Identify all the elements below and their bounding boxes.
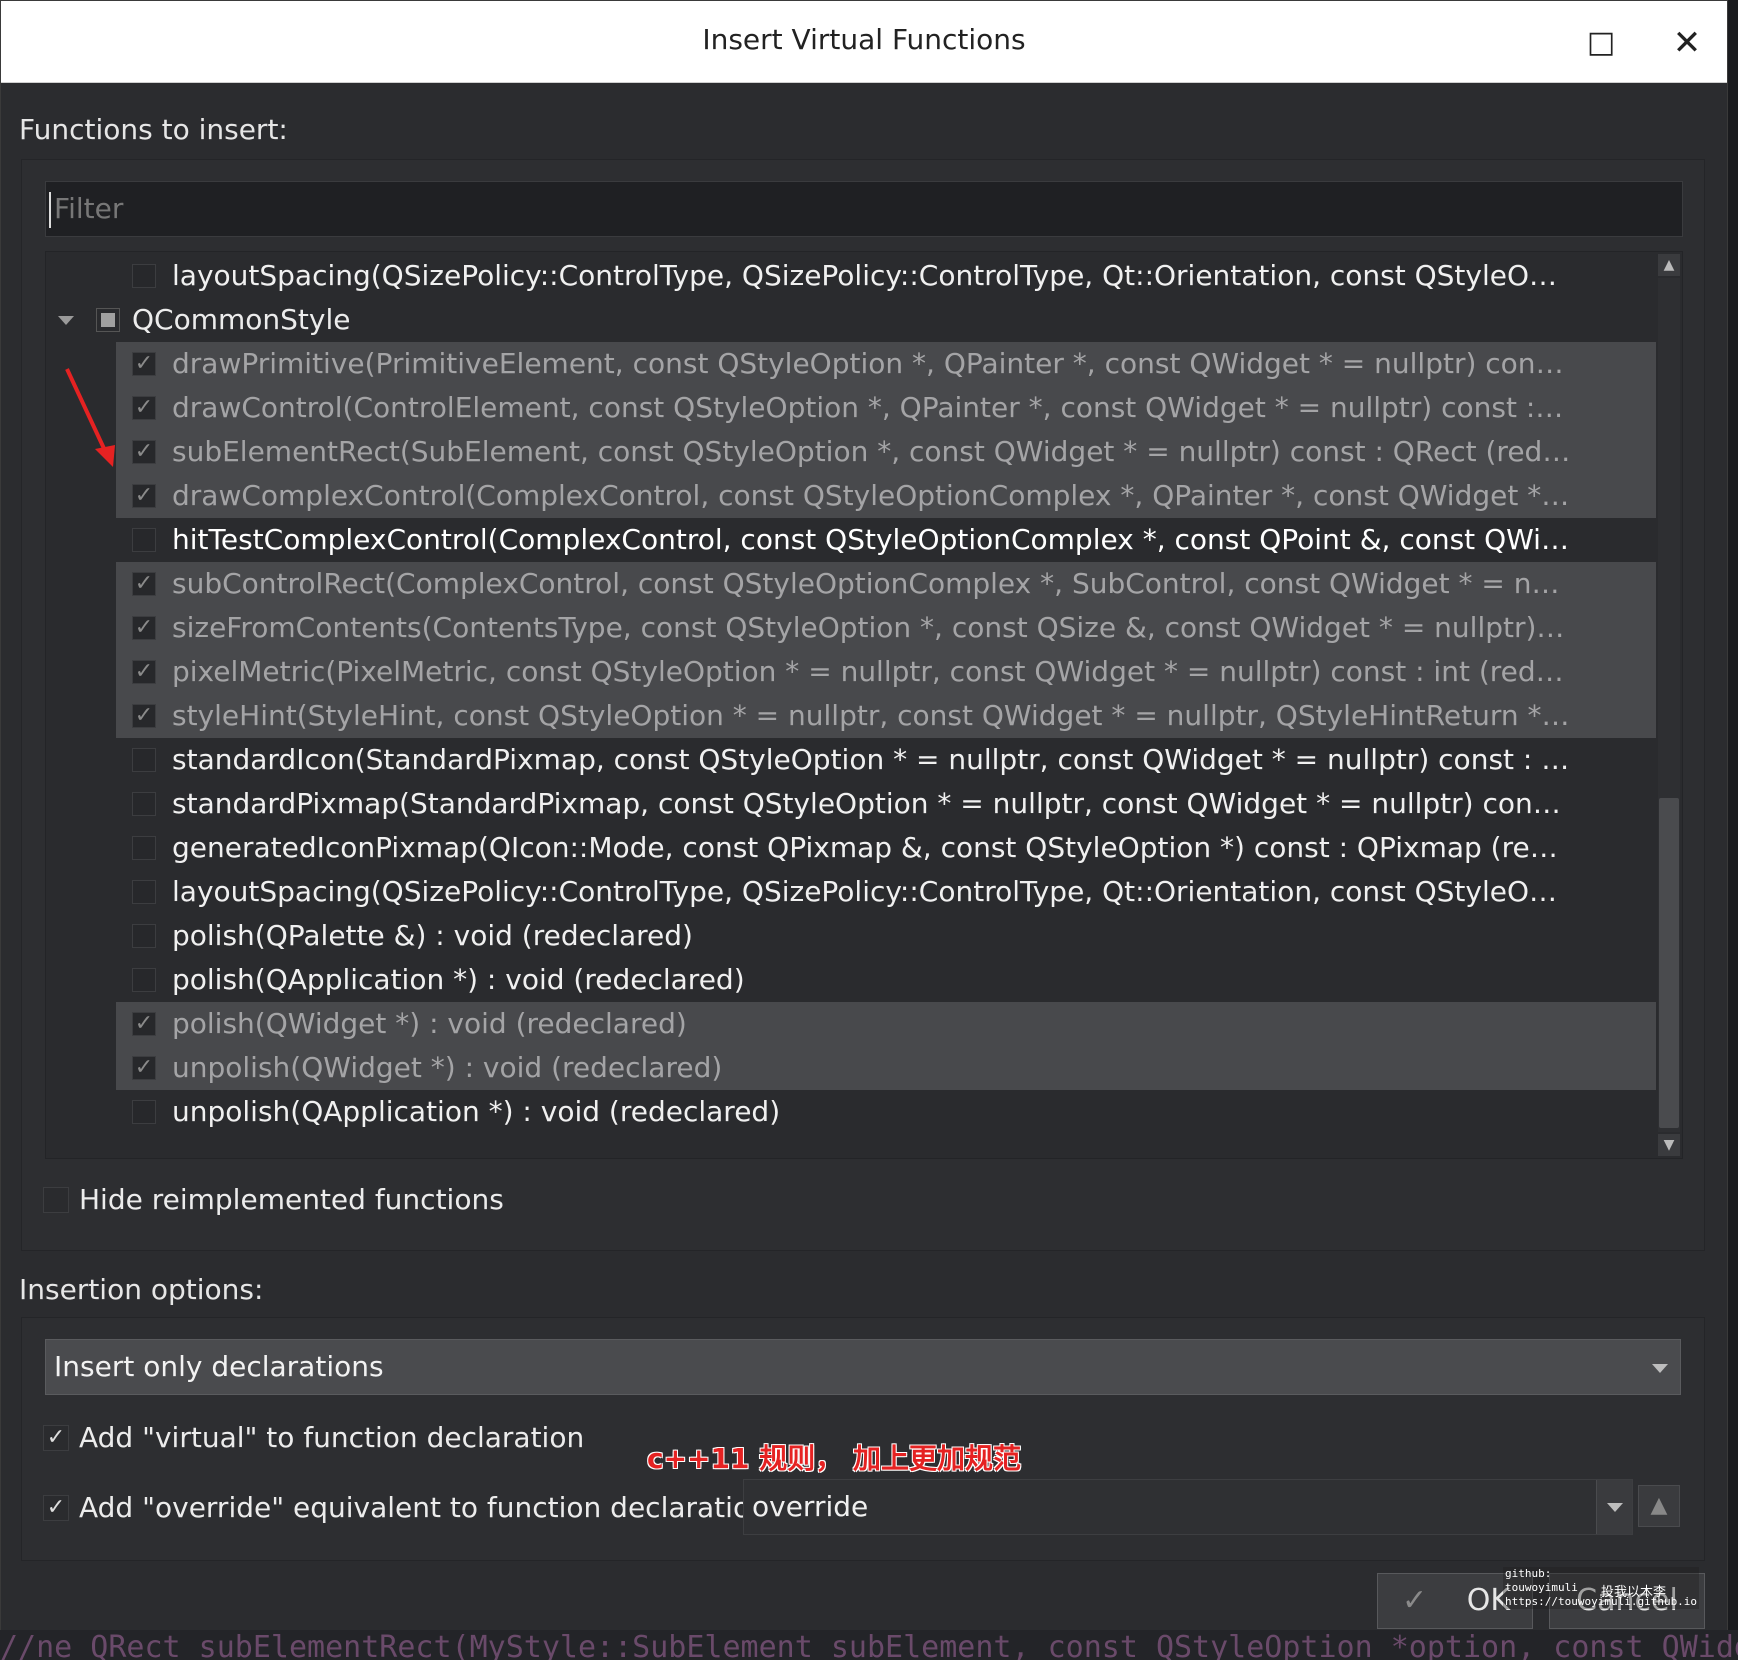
function-checkbox[interactable]: ✓ — [132, 352, 156, 376]
override-keyword-value: override — [752, 1490, 869, 1523]
functions-tree[interactable]: unpolish(QApplication *) : void (redecla… — [45, 251, 1683, 1159]
tree-group-row[interactable]: QCommonStyle — [46, 298, 1656, 342]
scroll-thumb[interactable] — [1659, 798, 1679, 1128]
check-icon: ✓ — [1402, 1583, 1428, 1618]
override-keyword-combo[interactable]: override — [743, 1479, 1633, 1535]
tree-function-row[interactable]: standardIcon(StandardPixmap, const QStyl… — [46, 738, 1656, 782]
function-checkbox[interactable] — [132, 748, 156, 772]
function-checkbox[interactable]: ✓ — [132, 660, 156, 684]
function-signature: polish(QApplication *) : void (redeclare… — [172, 963, 745, 996]
function-signature: pixelMetric(PixelMetric, const QStyleOpt… — [172, 655, 1572, 688]
tree-function-row[interactable]: ✓ subControlRect(ComplexControl, const QS… — [116, 562, 1656, 606]
function-signature: drawPrimitive(PrimitiveElement, const QS… — [172, 347, 1572, 380]
add-override-label: Add "override" equivalent to function de… — [79, 1491, 778, 1524]
tree-function-row[interactable]: ✓ subElementRect(SubElement, const QStyle… — [116, 430, 1656, 474]
function-signature: subElementRect(SubElement, const QStyleO… — [172, 435, 1572, 468]
maximize-icon[interactable]: □ — [1579, 21, 1623, 65]
tree-function-row[interactable]: hitTestComplexControl(ComplexControl, co… — [46, 518, 1656, 562]
tree-function-row[interactable]: generatedIconPixmap(QIcon::Mode, const Q… — [46, 826, 1656, 870]
reset-brush-icon[interactable]: ▲ — [1638, 1485, 1680, 1527]
watermark-seal: 投我以木李 — [1601, 1585, 1667, 1600]
function-checkbox[interactable]: ✓ — [132, 616, 156, 640]
tree-function-row[interactable]: unpolish(QApplication *) : void (redecla… — [46, 1090, 1656, 1134]
insertion-mode-value: Insert only declarations — [54, 1350, 384, 1383]
function-signature: hitTestComplexControl(ComplexControl, co… — [172, 523, 1572, 556]
close-icon[interactable]: ✕ — [1665, 21, 1709, 65]
function-signature: layoutSpacing(QSizePolicy::ControlType, … — [172, 259, 1572, 292]
title-bar: Insert Virtual Functions □ ✕ — [1, 1, 1727, 83]
scroll-down-icon[interactable]: ▼ — [1658, 1134, 1680, 1156]
chevron-down-icon — [1652, 1364, 1668, 1373]
tree-function-row[interactable]: ✓ sizeFromContents(ContentsType, const QS… — [116, 606, 1656, 650]
function-checkbox[interactable] — [132, 880, 156, 904]
add-override-box[interactable]: ✓ — [43, 1495, 69, 1521]
tree-function-row[interactable]: ✓ drawPrimitive(PrimitiveElement, const Q… — [116, 342, 1656, 386]
background-code-line: //ne QRect subElementRect(MyStyle::SubEl… — [0, 1630, 1738, 1660]
function-checkbox[interactable] — [132, 924, 156, 948]
function-signature: unpolish(QApplication *) : void (redecla… — [172, 1095, 781, 1128]
tree-function-row[interactable]: ✓ polish(QWidget *) : void (redeclared) — [116, 1002, 1656, 1046]
function-signature: polish(QWidget *) : void (redeclared) — [172, 1007, 687, 1040]
insertion-options-label: Insertion options: — [19, 1273, 264, 1306]
add-virtual-box[interactable]: ✓ — [43, 1425, 69, 1451]
red-arrow-annotation-icon — [65, 368, 115, 467]
function-checkbox[interactable] — [132, 528, 156, 552]
function-checkbox[interactable]: ✓ — [132, 396, 156, 420]
tree-function-row[interactable]: ✓ pixelMetric(PixelMetric, const QStyleOp… — [116, 650, 1656, 694]
scroll-track[interactable] — [1658, 278, 1680, 1132]
tree-function-row[interactable]: ✓ drawComplexControl(ComplexControl, cons… — [116, 474, 1656, 518]
expand-arrow-icon[interactable] — [58, 316, 74, 325]
window-title: Insert Virtual Functions — [702, 23, 1026, 56]
tree-group-label: QCommonStyle — [132, 303, 351, 336]
function-checkbox[interactable]: ✓ — [132, 704, 156, 728]
hide-reimplemented-label: Hide reimplemented functions — [79, 1183, 504, 1216]
functions-to-insert-label: Functions to insert: — [19, 113, 288, 146]
tree-function-row[interactable]: layoutSpacing(QSizePolicy::ControlType, … — [46, 870, 1656, 914]
function-checkbox[interactable] — [132, 792, 156, 816]
dialog-window: Insert Virtual Functions □ ✕ Functions t… — [0, 0, 1728, 1660]
function-signature: generatedIconPixmap(QIcon::Mode, const Q… — [172, 831, 1572, 864]
function-checkbox[interactable]: ✓ — [132, 440, 156, 464]
function-checkbox[interactable] — [132, 1100, 156, 1124]
hide-reimplemented-box[interactable] — [43, 1187, 69, 1213]
function-signature: standardIcon(StandardPixmap, const QStyl… — [172, 743, 1572, 776]
tree-function-row[interactable]: ✓ drawControl(ControlElement, const QStyl… — [116, 386, 1656, 430]
tree-function-row[interactable]: layoutSpacing(QSizePolicy::ControlType, … — [46, 254, 1656, 298]
chevron-down-icon[interactable] — [1596, 1480, 1632, 1534]
function-signature: standardPixmap(StandardPixmap, const QSt… — [172, 787, 1572, 820]
function-checkbox[interactable]: ✓ — [132, 1056, 156, 1080]
tree-scrollbar[interactable]: ▲ ▼ — [1658, 254, 1680, 1156]
function-checkbox[interactable] — [132, 836, 156, 860]
filter-input[interactable]: Filter — [45, 181, 1683, 237]
tree-function-row[interactable]: ✓ unpolish(QWidget *) : void (redeclared) — [116, 1046, 1656, 1090]
scroll-up-icon[interactable]: ▲ — [1658, 254, 1680, 276]
group-checkbox[interactable] — [96, 308, 120, 332]
function-checkbox[interactable]: ✓ — [132, 572, 156, 596]
function-signature: layoutSpacing(QSizePolicy::ControlType, … — [172, 875, 1572, 908]
function-signature: unpolish(QWidget *) : void (redeclared) — [172, 1051, 723, 1084]
function-checkbox[interactable]: ✓ — [132, 1012, 156, 1036]
function-signature: styleHint(StyleHint, const QStyleOption … — [172, 699, 1572, 732]
function-signature: drawControl(ControlElement, const QStyle… — [172, 391, 1572, 424]
function-signature: subControlRect(ComplexControl, const QSt… — [172, 567, 1572, 600]
tree-function-row[interactable]: ✓ styleHint(StyleHint, const QStyleOption… — [116, 694, 1656, 738]
function-signature: sizeFromContents(ContentsType, const QSt… — [172, 611, 1572, 644]
function-signature: drawComplexControl(ComplexControl, const… — [172, 479, 1572, 512]
tree-function-row[interactable]: standardPixmap(StandardPixmap, const QSt… — [46, 782, 1656, 826]
insertion-mode-select[interactable]: Insert only declarations — [45, 1339, 1681, 1395]
function-checkbox[interactable]: ✓ — [132, 484, 156, 508]
background-edge — [1728, 0, 1738, 1660]
function-checkbox[interactable] — [132, 264, 156, 288]
add-virtual-label: Add "virtual" to function declaration — [79, 1421, 585, 1454]
tree-function-row[interactable]: polish(QPalette &) : void (redeclared) — [46, 914, 1656, 958]
annotation-text: c++11 规则， 加上更加规范 — [647, 1442, 1021, 1475]
tree-function-row[interactable]: polish(QApplication *) : void (redeclare… — [46, 958, 1656, 1002]
function-checkbox[interactable] — [132, 968, 156, 992]
function-signature: polish(QPalette &) : void (redeclared) — [172, 919, 693, 952]
